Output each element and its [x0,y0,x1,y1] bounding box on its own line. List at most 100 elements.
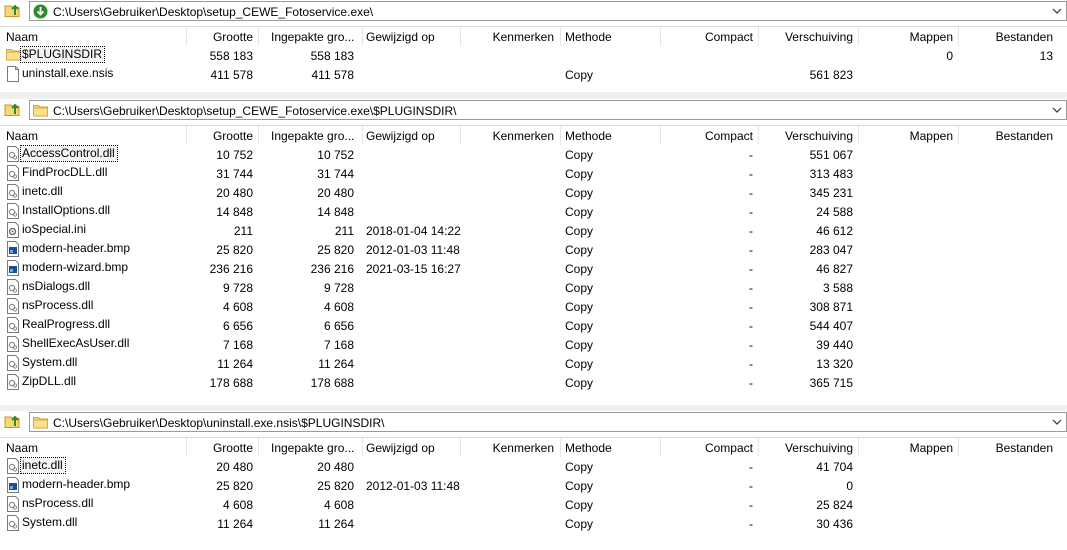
table-row[interactable]: RealProgress.dll 6 656 6 656 Copy - 544 407 [0,316,1067,335]
up-folder-button[interactable] [3,101,23,119]
table-row[interactable]: inetc.dll 20 480 20 480 Copy - 345 231 [0,183,1067,202]
table-row[interactable]: ShellExecAsUser.dll 7 168 7 168 Copy - 39 440 [0,335,1067,354]
table-row[interactable]: nsProcess.dll 4 608 4 608 Copy - 25 824 [0,495,1067,514]
column-divider[interactable] [758,27,759,46]
column-divider[interactable] [186,126,187,145]
chevron-down-icon[interactable] [1052,416,1062,428]
file-name: nsProcess.dll [22,496,94,510]
cell-compact: - [749,148,753,162]
column-header-compact[interactable]: Compact [660,30,753,44]
file-name: modern-wizard.bmp [22,260,129,274]
column-divider[interactable] [858,126,859,145]
table-row[interactable]: ZipDLL.dll 178 688 178 688 Copy - 365 715 [0,373,1067,392]
column-header-name[interactable]: Naam [6,30,176,44]
column-divider[interactable] [560,126,561,145]
column-header-attrs[interactable]: Kenmerken [470,441,554,455]
cell-size: 236 216 [209,262,253,276]
column-header-offset[interactable]: Verschuiving [760,30,853,44]
address-input[interactable]: C:\Users\Gebruiker\Desktop\uninstall.exe… [29,412,1067,432]
column-header-offset[interactable]: Verschuiving [760,129,853,143]
column-header-files[interactable]: Bestanden [960,441,1053,455]
cell-offset: 46 612 [816,224,853,238]
column-header-folders[interactable]: Mappen [860,441,953,455]
column-divider[interactable] [460,126,461,145]
column-divider[interactable] [186,438,187,457]
table-row[interactable]: nsProcess.dll 4 608 4 608 Copy - 308 871 [0,297,1067,316]
address-input[interactable]: C:\Users\Gebruiker\Desktop\setup_CEWE_Fo… [29,100,1067,120]
column-divider[interactable] [258,438,259,457]
column-divider[interactable] [560,438,561,457]
column-divider[interactable] [460,27,461,46]
column-header-files[interactable]: Bestanden [960,129,1053,143]
table-row[interactable]: modern-header.bmp 25 820 25 820 2012-01-03 … [0,476,1067,495]
column-header-method[interactable]: Methode [565,441,655,455]
dll-icon [6,184,20,200]
column-divider[interactable] [460,438,461,457]
column-divider[interactable] [958,438,959,457]
chevron-down-icon[interactable] [1052,104,1062,116]
table-row[interactable]: inetc.dll 20 480 20 480 Copy - 41 704 [0,457,1067,476]
dll-icon [6,458,20,474]
cell-size: 20 480 [216,460,253,474]
column-header-name[interactable]: Naam [6,441,176,455]
column-divider[interactable] [758,438,759,457]
column-header-method[interactable]: Methode [565,30,655,44]
table-row[interactable]: System.dll 11 264 11 264 Copy - 13 320 [0,354,1067,373]
column-divider[interactable] [362,438,363,457]
up-folder-button[interactable] [3,413,23,431]
column-divider[interactable] [858,27,859,46]
column-divider[interactable] [362,27,363,46]
column-header-folders[interactable]: Mappen [860,30,953,44]
address-input[interactable]: C:\Users\Gebruiker\Desktop\setup_CEWE_Fo… [29,1,1067,21]
chevron-down-icon[interactable] [1052,5,1062,17]
column-divider[interactable] [758,126,759,145]
table-row[interactable]: AccessControl.dll 10 752 10 752 Copy - 551 06… [0,145,1067,164]
column-header-offset[interactable]: Verschuiving [760,441,853,455]
table-row[interactable]: FindProcDLL.dll 31 744 31 744 Copy - 313 483 [0,164,1067,183]
table-row[interactable]: nsDialogs.dll 9 728 9 728 Copy - 3 588 [0,278,1067,297]
column-header-compact[interactable]: Compact [660,129,753,143]
column-header-packed[interactable]: Ingepakte gro... [271,441,365,455]
column-header-modified[interactable]: Gewijzigd op [366,441,461,455]
cell-packed: 4 608 [323,498,354,512]
table-row[interactable]: ioSpecial.ini 211 211 2018-01-04 14:22 Copy -… [0,221,1067,240]
column-divider[interactable] [660,438,661,457]
column-header-compact[interactable]: Compact [660,441,753,455]
column-divider[interactable] [186,27,187,46]
column-header-attrs[interactable]: Kenmerken [470,30,554,44]
column-divider[interactable] [958,27,959,46]
file-name: ioSpecial.ini [22,222,87,236]
column-divider[interactable] [958,126,959,145]
column-divider[interactable] [258,126,259,145]
table-row[interactable]: uninstall.exe.nsis 411 578 411 578 Copy 561 … [0,65,1067,84]
dll-icon [6,279,20,295]
column-divider[interactable] [362,126,363,145]
column-header-size[interactable]: Grootte [190,30,253,44]
column-header-packed[interactable]: Ingepakte gro... [271,129,365,143]
table-row[interactable]: modern-header.bmp 25 820 25 820 2012-01-03 … [0,240,1067,259]
column-header-size[interactable]: Grootte [190,129,253,143]
column-header-files[interactable]: Bestanden [960,30,1053,44]
column-divider[interactable] [660,27,661,46]
table-row[interactable]: $PLUGINSDIR 558 183 558 183 0 13 [0,46,1067,65]
up-folder-button[interactable] [3,2,23,20]
column-header-modified[interactable]: Gewijzigd op [366,30,461,44]
column-header-modified[interactable]: Gewijzigd op [366,129,461,143]
column-header-folders[interactable]: Mappen [860,129,953,143]
table-row[interactable]: InstallOptions.dll 14 848 14 848 Copy - 24 58… [0,202,1067,221]
cell-size: 4 608 [222,498,253,512]
table-row[interactable]: modern-wizard.bmp 236 216 236 216 2021-03-1… [0,259,1067,278]
cell-compact: - [749,262,753,276]
column-header-name[interactable]: Naam [6,129,176,143]
cell-compact: - [749,460,753,474]
column-header-packed[interactable]: Ingepakte gro... [271,30,365,44]
column-header-size[interactable]: Grootte [190,441,253,455]
column-divider[interactable] [660,126,661,145]
table-row[interactable]: System.dll 11 264 11 264 Copy - 30 436 [0,514,1067,533]
column-divider[interactable] [258,27,259,46]
column-divider[interactable] [560,27,561,46]
column-header-method[interactable]: Methode [565,129,655,143]
cell-offset: 3 588 [822,281,853,295]
column-divider[interactable] [858,438,859,457]
column-header-attrs[interactable]: Kenmerken [470,129,554,143]
